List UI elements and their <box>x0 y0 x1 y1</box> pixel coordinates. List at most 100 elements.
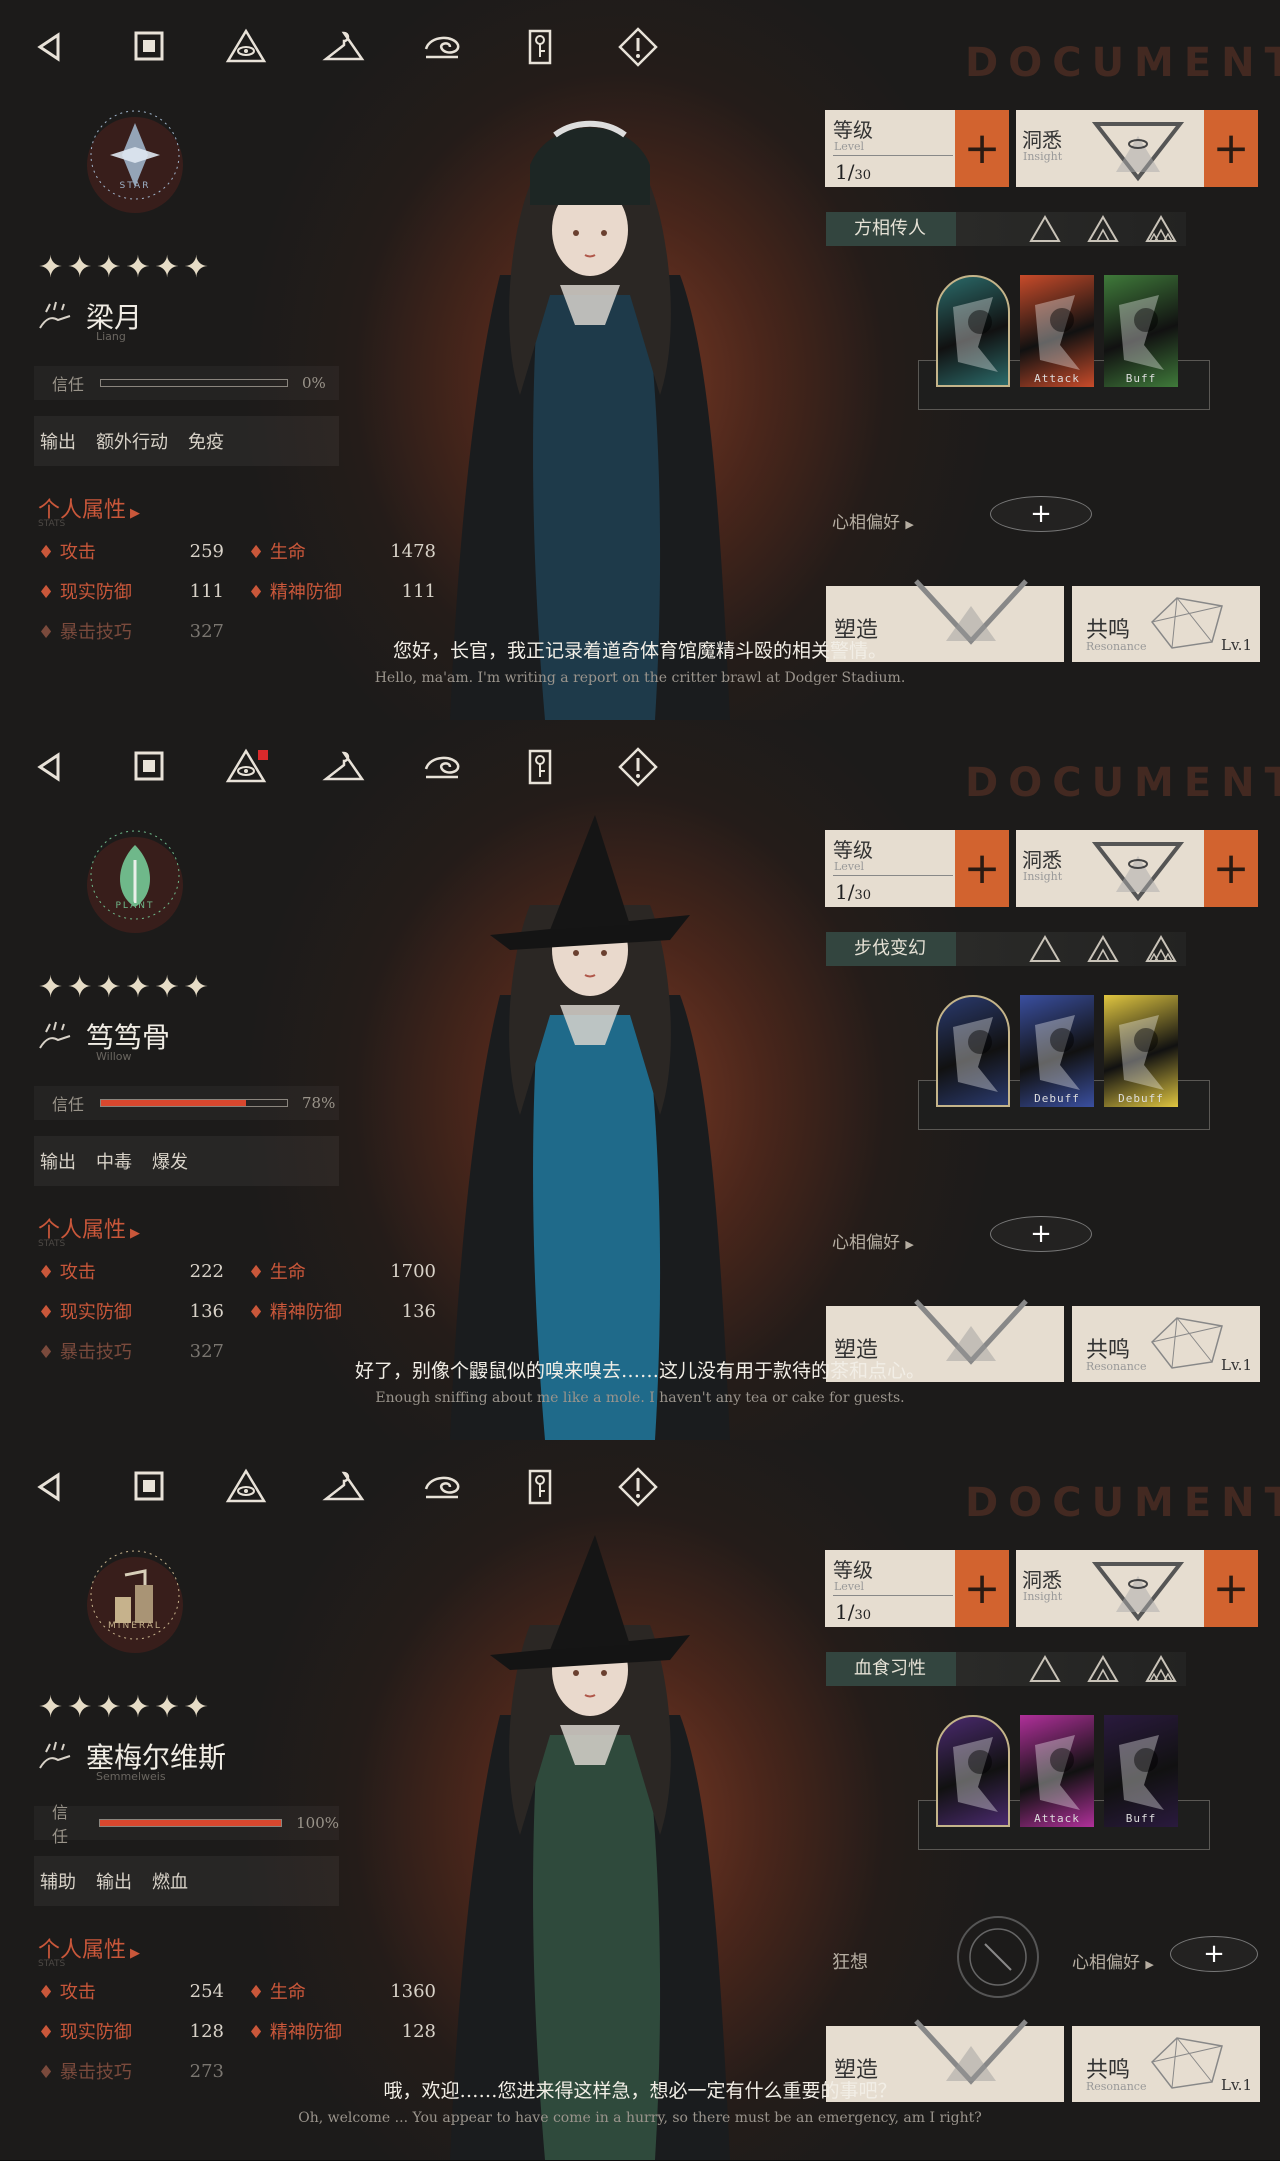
craze-label[interactable]: 狂想 <box>832 1948 868 1974</box>
subtitle-english: Hello, ma'am. I'm writing a report on th… <box>374 670 906 686</box>
back-icon <box>37 32 60 62</box>
stat-reality-defense: ♦ 现实防御 128 <box>38 2020 224 2044</box>
trust-bar: 信任 100% <box>34 1803 339 1846</box>
tier-1-icon[interactable] <box>1028 934 1062 968</box>
notification-dot <box>258 750 268 760</box>
inheritance-label[interactable]: 步伐变幻 <box>826 932 956 966</box>
insight-box: 洞悉 Insight + <box>1016 110 1258 187</box>
tier-3-icon[interactable] <box>1144 1654 1178 1688</box>
hanger-button[interactable] <box>318 742 370 792</box>
insight-triangle-icon <box>1091 122 1185 182</box>
insight-triangle-icon <box>1091 1562 1185 1622</box>
back-button[interactable] <box>24 742 76 792</box>
skill-card[interactable] <box>936 1715 1010 1827</box>
skill-card[interactable]: Buff <box>1104 275 1178 387</box>
warning-button[interactable] <box>612 22 664 72</box>
insight-label: 洞悉 <box>1022 1568 1062 1592</box>
level-up-button[interactable]: + <box>955 110 1009 187</box>
stat-attack: ♦ 攻击 222 <box>38 1260 224 1284</box>
attributes-subtitle: STATS <box>38 1959 66 1969</box>
back-button[interactable] <box>24 1462 76 1512</box>
craze-dial-icon[interactable] <box>955 1914 1041 2000</box>
swirl-button[interactable] <box>416 742 468 792</box>
skill-card[interactable] <box>936 995 1010 1107</box>
swirl-button[interactable] <box>416 22 468 72</box>
level-up-button[interactable]: + <box>955 1550 1009 1627</box>
skill-card-label: Buff <box>1125 1812 1157 1825</box>
tier-3-icon[interactable] <box>1144 934 1178 968</box>
rarity-stars: ✦✦✦✦✦✦ <box>38 250 213 285</box>
tier-2-icon[interactable] <box>1086 1654 1120 1688</box>
add-preference-button[interactable]: + <box>990 496 1092 532</box>
swirl-button[interactable] <box>416 1462 468 1512</box>
tier-2-icon[interactable] <box>1086 934 1120 968</box>
subtitle-english: Oh, welcome ... You appear to have come … <box>298 2110 982 2126</box>
character-portrait <box>380 815 800 1440</box>
hand-icon <box>39 301 71 329</box>
role-tag: 输出 <box>40 1152 76 1173</box>
inheritance-label[interactable]: 方相传人 <box>826 212 956 246</box>
hanger-button[interactable] <box>318 1462 370 1512</box>
level-up-button[interactable]: + <box>955 830 1009 907</box>
role-tag: 爆发 <box>152 1152 188 1173</box>
level-label-en: Level <box>834 140 865 153</box>
afflatus-emblem: STAR <box>70 95 200 225</box>
eye-pyramid-button[interactable] <box>220 742 272 792</box>
tier-1-icon[interactable] <box>1028 1654 1062 1688</box>
tier-2-icon[interactable] <box>1086 214 1120 248</box>
insight-label-en: Insight <box>1023 150 1063 163</box>
swirl-icon <box>424 36 460 59</box>
level-label: 等级 <box>833 838 873 862</box>
warning-icon <box>618 747 658 787</box>
tier-1-icon[interactable] <box>1028 214 1062 248</box>
skill-card[interactable]: Buff <box>1104 1715 1178 1827</box>
afflatus-label: PLANT <box>115 901 155 911</box>
add-preference-button[interactable]: + <box>1170 1936 1258 1972</box>
attributes-subtitle: STATS <box>38 519 66 529</box>
toolbar <box>24 742 664 792</box>
level-label: 等级 <box>833 1558 873 1582</box>
inheritance-levels <box>1028 214 1178 248</box>
stop-icon <box>134 751 164 781</box>
trust-percent: 78% <box>302 1094 336 1112</box>
tier-3-icon[interactable] <box>1144 214 1178 248</box>
hanger-button[interactable] <box>318 22 370 72</box>
insight-label-en: Insight <box>1023 1590 1063 1603</box>
stop-button[interactable] <box>122 22 174 72</box>
back-icon <box>37 1472 60 1502</box>
level-label: 等级 <box>833 118 873 142</box>
skill-card-label: Debuff <box>1118 1092 1164 1105</box>
stop-button[interactable] <box>122 742 174 792</box>
warning-button[interactable] <box>612 742 664 792</box>
afflatus-label: STAR <box>119 181 151 191</box>
afflatus-label: MINERAL <box>108 1621 162 1631</box>
eye-pyramid-button[interactable] <box>220 22 272 72</box>
inheritance-label[interactable]: 血食习性 <box>826 1652 956 1686</box>
skill-card[interactable]: Debuff <box>1104 995 1178 1107</box>
trust-progress <box>100 1099 289 1107</box>
role-tag: 输出 <box>40 432 76 453</box>
skill-card[interactable]: Debuff <box>1020 995 1094 1107</box>
stop-button[interactable] <box>122 1462 174 1512</box>
insight-up-button[interactable]: + <box>1204 830 1258 907</box>
insight-up-button[interactable]: + <box>1204 1550 1258 1627</box>
eye-pyramid-button[interactable] <box>220 1462 272 1512</box>
insight-label-en: Insight <box>1023 870 1063 883</box>
skill-card[interactable] <box>936 275 1010 387</box>
back-button[interactable] <box>24 22 76 72</box>
warning-button[interactable] <box>612 1462 664 1512</box>
key-note-button[interactable] <box>514 742 566 792</box>
insight-up-button[interactable]: + <box>1204 110 1258 187</box>
level-value: 1/30 <box>835 880 872 904</box>
add-preference-button[interactable]: + <box>990 1216 1092 1252</box>
character-panel: DOCUMENT STAR ✦✦✦✦✦✦ 梁月 Liang 信任 0% 输出 额外行动 免疫 个人属… <box>0 0 1280 721</box>
level-value: 1/30 <box>835 160 872 184</box>
key-note-button[interactable] <box>514 22 566 72</box>
key-note-button[interactable] <box>514 1462 566 1512</box>
skill-card[interactable]: Attack <box>1020 275 1094 387</box>
skill-card[interactable]: Attack <box>1020 1715 1094 1827</box>
insight-label: 洞悉 <box>1022 128 1062 152</box>
background-watermark: DOCUMENT <box>965 1480 1280 1526</box>
hanger-icon <box>322 1471 365 1501</box>
character-panel: DOCUMENT PLANT ✦✦✦✦✦✦ 笃笃骨 Willow 信任 78% 输出 中毒 爆发个… <box>0 720 1280 1441</box>
